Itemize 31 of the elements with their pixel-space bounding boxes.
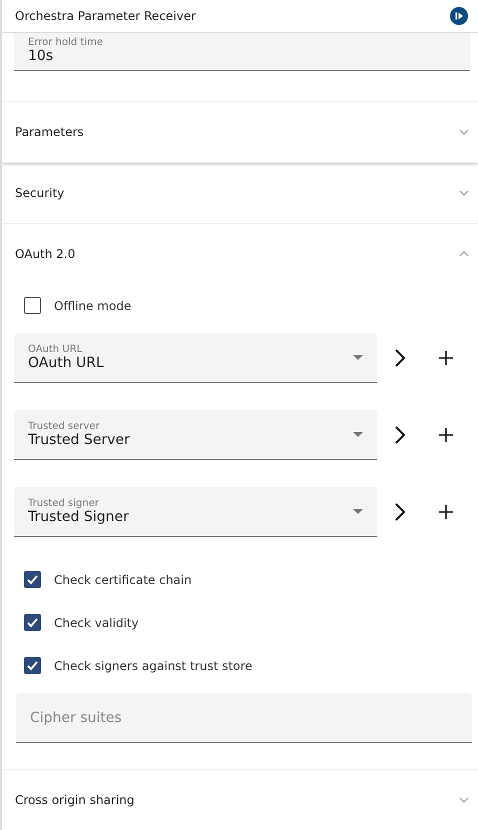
section-header[interactable]: OAuth 2.0 bbox=[2, 224, 478, 284]
chevron-down-icon[interactable] bbox=[458, 128, 470, 136]
text-field[interactable]: Error hold time 10s bbox=[14, 32, 470, 71]
plus-icon[interactable] bbox=[439, 428, 453, 442]
section-header[interactable]: Cross origin sharing bbox=[2, 770, 478, 830]
dropdown-arrow-icon bbox=[353, 509, 363, 514]
plus-icon[interactable] bbox=[439, 505, 453, 519]
dropdown-arrow-icon bbox=[353, 432, 363, 437]
checkbox[interactable] bbox=[24, 657, 41, 674]
select-field[interactable]: Trusted signer Trusted Signer bbox=[14, 487, 377, 537]
chevron-right-icon[interactable] bbox=[394, 425, 406, 445]
checkbox[interactable] bbox=[24, 614, 41, 631]
checkbox[interactable] bbox=[24, 571, 41, 588]
checkbox-label: Check signers against trust store bbox=[54, 658, 252, 672]
chevron-down-icon[interactable] bbox=[458, 796, 470, 804]
checkbox-label: Check certificate chain bbox=[54, 572, 192, 586]
plus-icon[interactable] bbox=[439, 351, 453, 365]
select-field[interactable]: OAuth URL OAuth URL bbox=[14, 333, 377, 383]
select-field[interactable]: Trusted server Trusted Server bbox=[14, 410, 377, 460]
checkbox-label: Check validity bbox=[54, 616, 139, 630]
app-title: Orchestra Parameter Receiver bbox=[15, 8, 196, 23]
chevron-down-icon[interactable] bbox=[458, 189, 470, 197]
chevron-right-icon[interactable] bbox=[394, 502, 406, 522]
play-icon[interactable] bbox=[450, 6, 468, 25]
dropdown-arrow-icon bbox=[353, 355, 363, 360]
chevron-up-icon[interactable] bbox=[458, 250, 470, 258]
section-header[interactable]: Parameters bbox=[2, 102, 478, 162]
checkbox[interactable] bbox=[24, 297, 41, 314]
checkbox-label: Offline mode bbox=[54, 298, 132, 312]
chevron-right-icon[interactable] bbox=[394, 348, 406, 368]
section-header[interactable]: Security bbox=[2, 163, 478, 223]
